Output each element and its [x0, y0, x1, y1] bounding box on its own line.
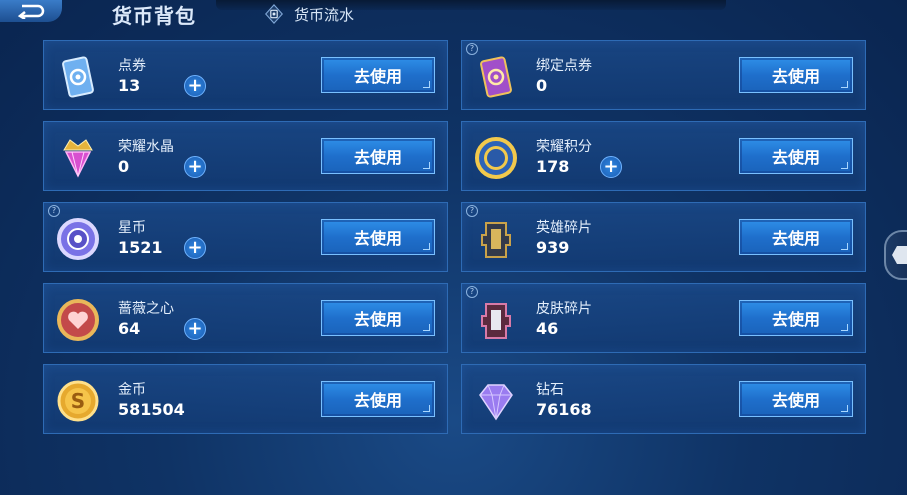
currency-card-star-coin: ? 星币 1521 + 去使用: [43, 202, 448, 272]
use-button[interactable]: 去使用: [739, 300, 853, 336]
currency-amount: 13: [118, 76, 141, 95]
currency-card-hero-fragment: ? 英雄碎片 939 去使用: [461, 202, 866, 272]
side-menu-handle[interactable]: [884, 230, 907, 280]
skin-fragment-icon: [472, 296, 520, 344]
currency-name: 蔷薇之心: [118, 301, 174, 317]
currency-card-diamond: 钻石 76168 去使用: [461, 364, 866, 434]
back-button[interactable]: [0, 0, 62, 22]
use-button[interactable]: 去使用: [739, 381, 853, 417]
currency-amount: 939: [536, 238, 570, 257]
use-button[interactable]: 去使用: [321, 138, 435, 174]
currency-card-skin-fragment: ? 皮肤碎片 46 去使用: [461, 283, 866, 353]
currency-name: 英雄碎片: [536, 220, 592, 236]
bound-coupon-card-icon: [472, 53, 520, 101]
add-star-coin-button[interactable]: +: [184, 237, 206, 259]
star-coin-icon: [54, 215, 102, 263]
currency-name: 绑定点券: [536, 58, 592, 74]
currency-amount: 0: [118, 157, 130, 176]
currency-amount: 76168: [536, 400, 592, 419]
page-title: 货币背包: [112, 4, 196, 28]
use-button[interactable]: 去使用: [321, 300, 435, 336]
hexagon-icon: [892, 246, 907, 264]
currency-amount: 178: [536, 157, 570, 176]
currency-name: 钻石: [536, 382, 564, 398]
currency-name: 荣耀水晶: [118, 139, 174, 155]
use-button[interactable]: 去使用: [739, 138, 853, 174]
currency-amount: 64: [118, 319, 141, 338]
top-bar: 货币背包 货币流水: [0, 0, 907, 28]
diamond-icon: [472, 377, 520, 425]
currency-flow-icon: [262, 2, 286, 26]
currency-name: 金币: [118, 382, 146, 398]
currency-amount: 581504: [118, 400, 185, 419]
currency-amount: 1521: [118, 238, 163, 257]
add-honor-crystal-button[interactable]: +: [184, 156, 206, 178]
back-arrow-icon: [17, 4, 45, 19]
currency-flow-link[interactable]: 货币流水: [262, 2, 354, 26]
rose-heart-icon: [54, 296, 102, 344]
currency-flow-label: 货币流水: [294, 5, 355, 24]
use-button[interactable]: 去使用: [321, 219, 435, 255]
currency-card-bound-coupon: ? 绑定点券 0 去使用: [461, 40, 866, 110]
add-honor-points-button[interactable]: +: [600, 156, 622, 178]
currency-card-rose-heart: 蔷薇之心 64 + 去使用: [43, 283, 448, 353]
currency-card-gold-coin: S 金币 581504 去使用: [43, 364, 448, 434]
currency-name: 荣耀积分: [536, 139, 592, 155]
currency-name: 皮肤碎片: [536, 301, 592, 317]
coupon-card-icon: [54, 53, 102, 101]
currency-card-honor-crystal: 荣耀水晶 0 + 去使用: [43, 121, 448, 191]
add-rose-heart-button[interactable]: +: [184, 318, 206, 340]
honor-points-icon: [472, 134, 520, 182]
honor-crystal-icon: [54, 134, 102, 182]
add-coupon-button[interactable]: +: [184, 75, 206, 97]
currency-card-coupon: 点券 13 + 去使用: [43, 40, 448, 110]
svg-text:S: S: [71, 389, 85, 413]
hero-fragment-icon: [472, 215, 520, 263]
use-button[interactable]: 去使用: [321, 57, 435, 93]
currency-name: 点券: [118, 58, 146, 74]
use-button[interactable]: 去使用: [739, 57, 853, 93]
use-button[interactable]: 去使用: [739, 219, 853, 255]
currency-card-honor-points: 荣耀积分 178 + 去使用: [461, 121, 866, 191]
gold-coin-icon: S: [54, 377, 102, 425]
use-button[interactable]: 去使用: [321, 381, 435, 417]
currency-name: 星币: [118, 220, 146, 236]
currency-amount: 46: [536, 319, 559, 338]
currency-amount: 0: [536, 76, 548, 95]
